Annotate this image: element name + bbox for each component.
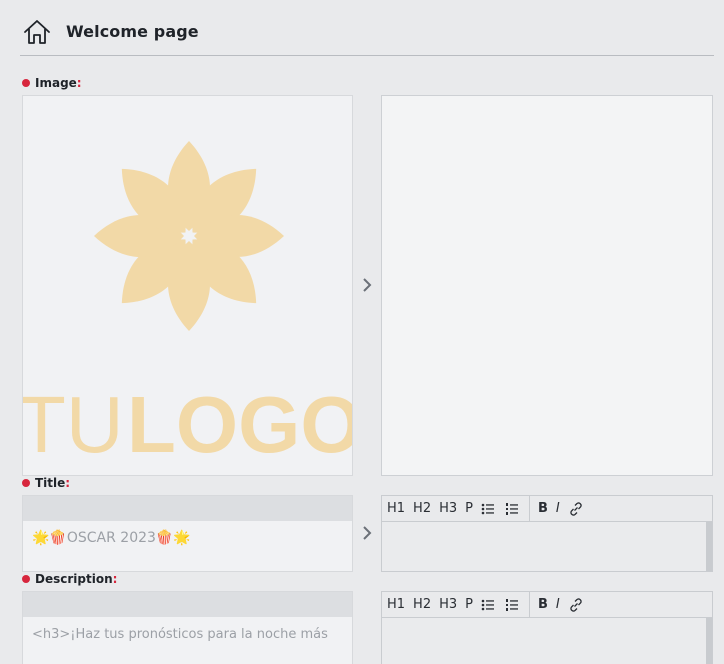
chevron-right-icon: [363, 526, 372, 540]
title-label: Title:: [22, 476, 70, 490]
description-source-field[interactable]: <h3>¡Haz tus pronósticos para la noche m…: [22, 591, 353, 664]
chevron-right-icon: [363, 278, 372, 292]
home-icon[interactable]: [22, 17, 52, 47]
h3-button[interactable]: H3: [439, 597, 457, 612]
h3-button[interactable]: H3: [439, 501, 457, 516]
description-editor-body[interactable]: [382, 618, 712, 664]
description-label: Description:: [22, 572, 117, 586]
copy-image-arrow-button[interactable]: [357, 275, 377, 295]
logo-flower-image: TU LOGO: [23, 141, 353, 469]
h2-button[interactable]: H2: [413, 597, 431, 612]
bullet-list-icon[interactable]: [481, 501, 497, 517]
description-editor[interactable]: H1 H2 H3 P B I: [381, 591, 713, 664]
link-icon[interactable]: [568, 597, 584, 613]
link-icon[interactable]: [568, 501, 584, 517]
h2-button[interactable]: H2: [413, 501, 431, 516]
scrollbar[interactable]: [706, 618, 712, 664]
scrollbar[interactable]: [706, 522, 712, 571]
paragraph-button[interactable]: P: [465, 501, 473, 516]
bold-button[interactable]: B: [538, 597, 548, 612]
required-dot: [22, 575, 30, 583]
numbered-list-icon[interactable]: [505, 597, 521, 613]
description-source-text: <h3>¡Haz tus pronósticos para la noche m…: [32, 627, 328, 642]
page-title: Welcome page: [66, 22, 199, 41]
title-source-text: 🌟🍿OSCAR 2023🍿🌟: [32, 530, 191, 546]
title-source-field[interactable]: 🌟🍿OSCAR 2023🍿🌟: [22, 495, 353, 572]
numbered-list-icon[interactable]: [505, 501, 521, 517]
h1-button[interactable]: H1: [387, 597, 405, 612]
page-header: Welcome page: [20, 14, 714, 56]
bold-button[interactable]: B: [538, 501, 548, 516]
italic-button[interactable]: I: [556, 597, 560, 612]
paragraph-button[interactable]: P: [465, 597, 473, 612]
image-source-preview[interactable]: TU LOGO: [22, 95, 353, 476]
required-dot: [22, 479, 30, 487]
italic-button[interactable]: I: [556, 501, 560, 516]
title-editor-toolbar: H1 H2 H3 P B I: [382, 495, 712, 522]
title-editor-body[interactable]: [382, 522, 712, 571]
bullet-list-icon[interactable]: [481, 597, 497, 613]
toolbar-divider: [528, 495, 530, 522]
copy-title-arrow-button[interactable]: [357, 523, 377, 543]
title-source-bar: [23, 496, 352, 521]
description-editor-toolbar: H1 H2 H3 P B I: [382, 591, 712, 618]
image-target-preview[interactable]: [381, 95, 713, 476]
h1-button[interactable]: H1: [387, 501, 405, 516]
required-dot: [22, 79, 30, 87]
toolbar-divider: [528, 591, 530, 618]
image-label: Image:: [22, 76, 82, 90]
logo-text-light: TU: [23, 380, 124, 469]
description-source-bar: [23, 592, 352, 617]
logo-text-bold: LOGO: [127, 380, 353, 469]
title-editor[interactable]: H1 H2 H3 P B I: [381, 495, 713, 572]
